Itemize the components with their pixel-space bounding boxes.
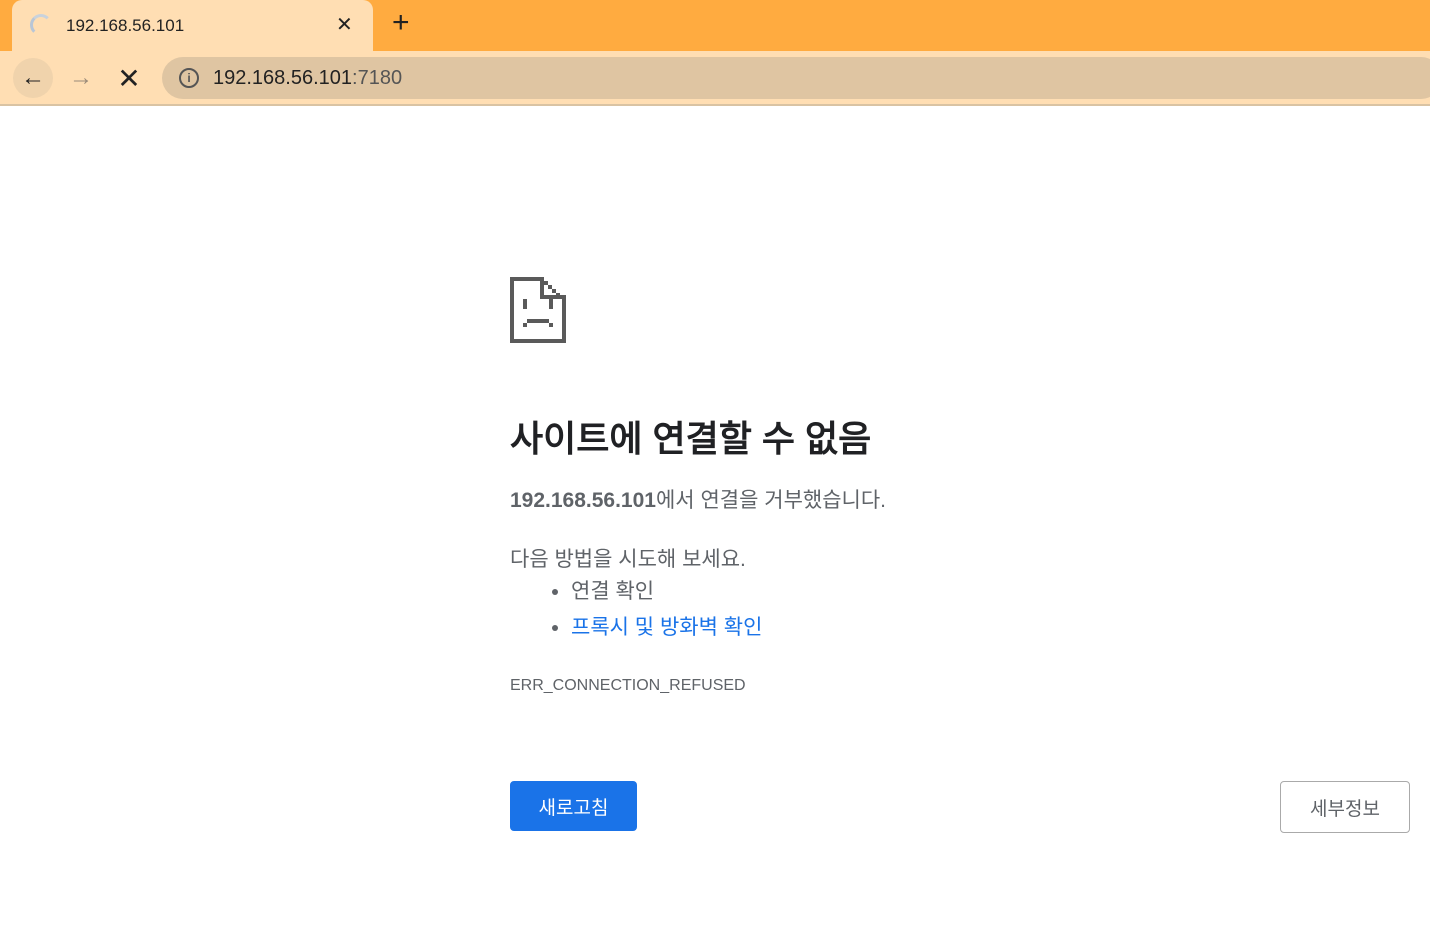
tab-strip: 192.168.56.101 ✕ + <box>0 0 1430 51</box>
error-host: 192.168.56.101 <box>510 489 656 512</box>
error-heading: 사이트에 연결할 수 없음 <box>510 418 872 459</box>
error-description-suffix: 에서 연결을 거부했습니다. <box>655 489 887 512</box>
details-button[interactable]: 세부정보 <box>1280 781 1410 833</box>
suggestion-check-proxy-firewall[interactable]: 프록시 및 방화벽 확인 <box>571 612 762 648</box>
tab-active[interactable]: 192.168.56.101 ✕ <box>12 0 373 51</box>
info-icon[interactable]: i <box>179 68 199 88</box>
suggestions-label: 다음 방법을 시도해 보세요. <box>510 548 746 571</box>
url-port: :7180 <box>352 67 403 89</box>
error-description: 192.168.56.101에서 연결을 거부했습니다. <box>510 484 886 514</box>
reload-button[interactable]: 새로고침 <box>510 781 637 831</box>
tab-close-icon[interactable]: ✕ <box>336 12 353 37</box>
back-button[interactable]: ← <box>13 58 53 98</box>
error-code: ERR_CONNECTION_REFUSED <box>510 677 746 694</box>
url-text[interactable]: 192.168.56.101:7180 <box>213 67 402 90</box>
toolbar: ← → ✕ i 192.168.56.101:7180 <box>0 51 1430 106</box>
tab-title: 192.168.56.101 <box>66 16 185 35</box>
forward-button[interactable]: → <box>61 58 101 98</box>
sad-document-icon <box>510 277 566 343</box>
loading-spinner-icon <box>30 14 52 36</box>
url-host: 192.168.56.101 <box>213 67 353 89</box>
suggestion-check-connection: 연결 확인 <box>571 576 762 612</box>
new-tab-button[interactable]: + <box>392 6 410 40</box>
address-bar[interactable]: i 192.168.56.101:7180 <box>162 57 1430 99</box>
stop-loading-button[interactable]: ✕ <box>109 58 149 98</box>
suggestions-list: 연결 확인 프록시 및 방화벽 확인 <box>571 576 762 648</box>
check-proxy-firewall-link[interactable]: 프록시 및 방화벽 확인 <box>571 616 762 639</box>
